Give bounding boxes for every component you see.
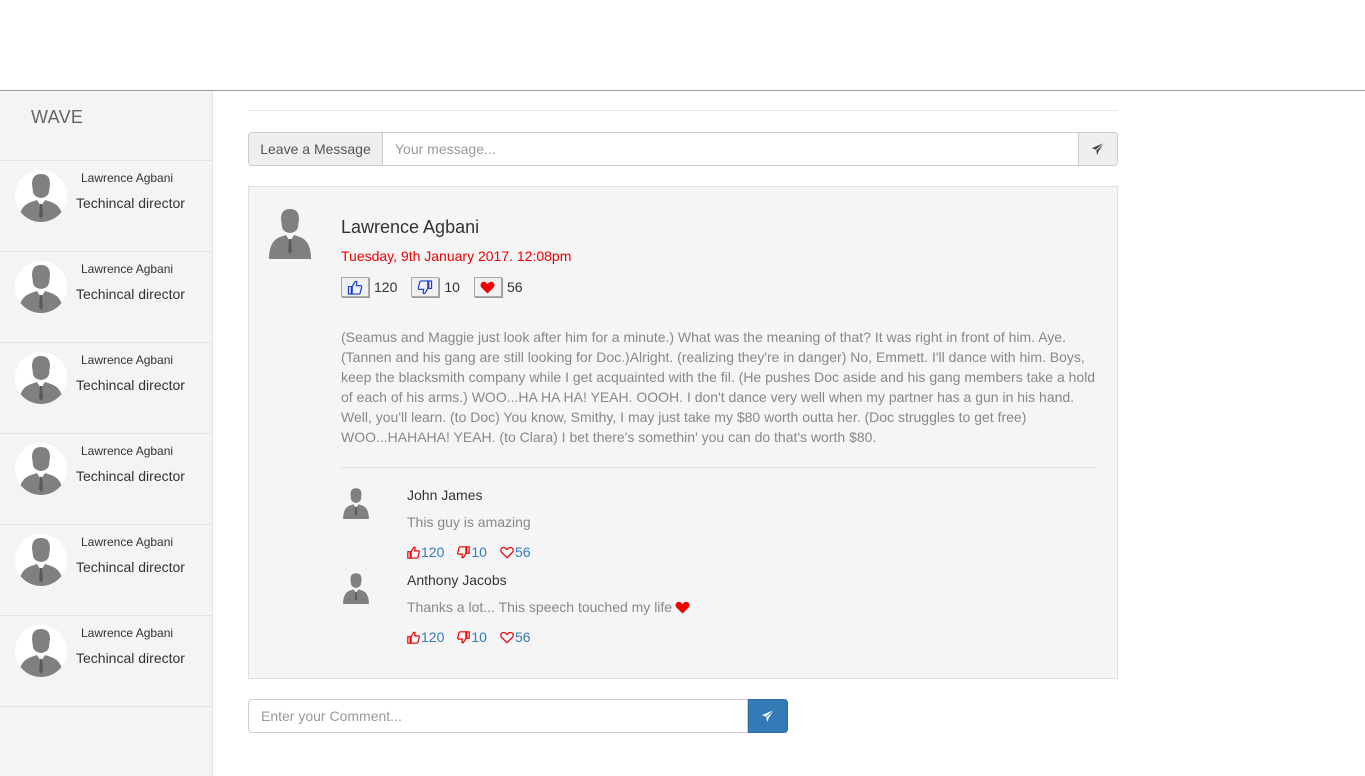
dislike-button[interactable] bbox=[411, 277, 440, 297]
thumbs-up-icon bbox=[347, 280, 363, 295]
sidebar-contact-item[interactable]: Lawrence Agbani Techincal director bbox=[0, 525, 212, 616]
like-count: 120 bbox=[374, 279, 398, 295]
thumbs-up-icon bbox=[407, 546, 420, 559]
comment-heart-count: 56 bbox=[514, 629, 531, 645]
comment-dislike-button[interactable]: 10 bbox=[457, 629, 487, 645]
paper-plane-icon bbox=[1091, 142, 1105, 156]
comment-input-group bbox=[248, 699, 788, 733]
comment-heart-count: 56 bbox=[514, 544, 531, 560]
divider bbox=[341, 467, 1097, 468]
contact-name: Lawrence Agbani bbox=[81, 171, 174, 185]
contact-avatar bbox=[15, 352, 67, 404]
heart-outline-icon bbox=[500, 546, 514, 559]
comment-text-content: Thanks a lot... This speech touched my l… bbox=[407, 599, 673, 615]
contact-avatar bbox=[15, 443, 67, 495]
comment-text: Thanks a lot... This speech touched my l… bbox=[407, 599, 690, 615]
contact-avatar bbox=[15, 625, 67, 677]
comment-text: This guy is amazing bbox=[407, 514, 531, 530]
top-navbar bbox=[0, 0, 1365, 91]
commenter-name[interactable]: John James bbox=[407, 487, 482, 503]
heart-outline-icon bbox=[500, 631, 514, 644]
post-timestamp: Tuesday, 9th January 2017. 12:08pm bbox=[341, 248, 572, 264]
message-input[interactable] bbox=[383, 133, 1078, 165]
comment-heart-button[interactable]: 56 bbox=[500, 629, 531, 645]
comment-like-button[interactable]: 120 bbox=[407, 544, 444, 560]
post-card: Lawrence Agbani Tuesday, 9th January 201… bbox=[248, 186, 1118, 679]
sidebar-contact-item[interactable]: Lawrence Agbani Techincal director bbox=[0, 434, 212, 525]
heart-icon bbox=[675, 601, 690, 614]
author-avatar bbox=[269, 207, 311, 259]
send-comment-button[interactable] bbox=[748, 699, 788, 733]
send-message-button[interactable] bbox=[1078, 133, 1117, 165]
contact-name: Lawrence Agbani bbox=[81, 262, 174, 276]
contact-name: Lawrence Agbani bbox=[81, 353, 174, 367]
contact-role: Techincal director bbox=[76, 286, 185, 302]
heart-button[interactable] bbox=[473, 277, 502, 297]
divider bbox=[248, 110, 1118, 111]
contact-avatar bbox=[15, 534, 67, 586]
post-body: (Seamus and Maggie just look after him f… bbox=[341, 329, 1096, 445]
thumbs-down-icon bbox=[457, 630, 471, 643]
contact-avatar bbox=[15, 261, 67, 313]
commenter-avatar bbox=[341, 487, 371, 519]
comment-like-count: 120 bbox=[421, 544, 445, 560]
sidebar-contact-item[interactable]: Lawrence Agbani Techincal director bbox=[0, 161, 212, 252]
heart-count: 56 bbox=[506, 279, 523, 295]
comment-input[interactable] bbox=[248, 699, 748, 733]
sidebar: WAVE Lawrence Agbani Techincal director La… bbox=[0, 91, 213, 776]
contact-name: Lawrence Agbani bbox=[81, 626, 174, 640]
comment-actions: 120 10 56 bbox=[407, 629, 544, 645]
brand-logo[interactable]: WAVE bbox=[0, 91, 212, 161]
post-author-name[interactable]: Lawrence Agbani bbox=[341, 217, 479, 238]
sidebar-contact-item[interactable]: Lawrence Agbani Techincal director bbox=[0, 252, 212, 343]
contact-role: Techincal director bbox=[76, 468, 185, 484]
like-button[interactable] bbox=[341, 277, 369, 297]
comment-dislike-count: 10 bbox=[471, 544, 487, 560]
contact-avatar bbox=[15, 170, 67, 222]
comment-heart-button[interactable]: 56 bbox=[500, 544, 531, 560]
sidebar-contact-item[interactable]: Lawrence Agbani Techincal director bbox=[0, 616, 212, 707]
comment-text-content: This guy is amazing bbox=[407, 514, 531, 530]
paper-plane-icon bbox=[761, 709, 775, 723]
thumbs-down-icon bbox=[457, 545, 471, 558]
sidebar-contact-item[interactable]: Lawrence Agbani Techincal director bbox=[0, 343, 212, 434]
post-reactions: 120 10 56 bbox=[341, 277, 537, 297]
thumbs-down-icon bbox=[418, 279, 433, 294]
contact-role: Techincal director bbox=[76, 377, 185, 393]
leave-message-label: Leave a Message bbox=[249, 133, 383, 165]
comment-dislike-count: 10 bbox=[471, 629, 487, 645]
contact-role: Techincal director bbox=[76, 195, 185, 211]
contact-role: Techincal director bbox=[76, 559, 185, 575]
heart-icon bbox=[480, 281, 495, 294]
thumbs-up-icon bbox=[407, 631, 420, 644]
commenter-avatar bbox=[341, 572, 371, 604]
contact-name: Lawrence Agbani bbox=[81, 444, 174, 458]
comment-like-button[interactable]: 120 bbox=[407, 629, 444, 645]
comment-like-count: 120 bbox=[421, 629, 445, 645]
contact-name: Lawrence Agbani bbox=[81, 535, 174, 549]
comment-dislike-button[interactable]: 10 bbox=[457, 544, 487, 560]
dislike-count: 10 bbox=[444, 279, 460, 295]
message-input-group: Leave a Message bbox=[248, 132, 1118, 166]
commenter-name[interactable]: Anthony Jacobs bbox=[407, 572, 507, 588]
contact-role: Techincal director bbox=[76, 650, 185, 666]
comment-actions: 120 10 56 bbox=[407, 544, 544, 560]
